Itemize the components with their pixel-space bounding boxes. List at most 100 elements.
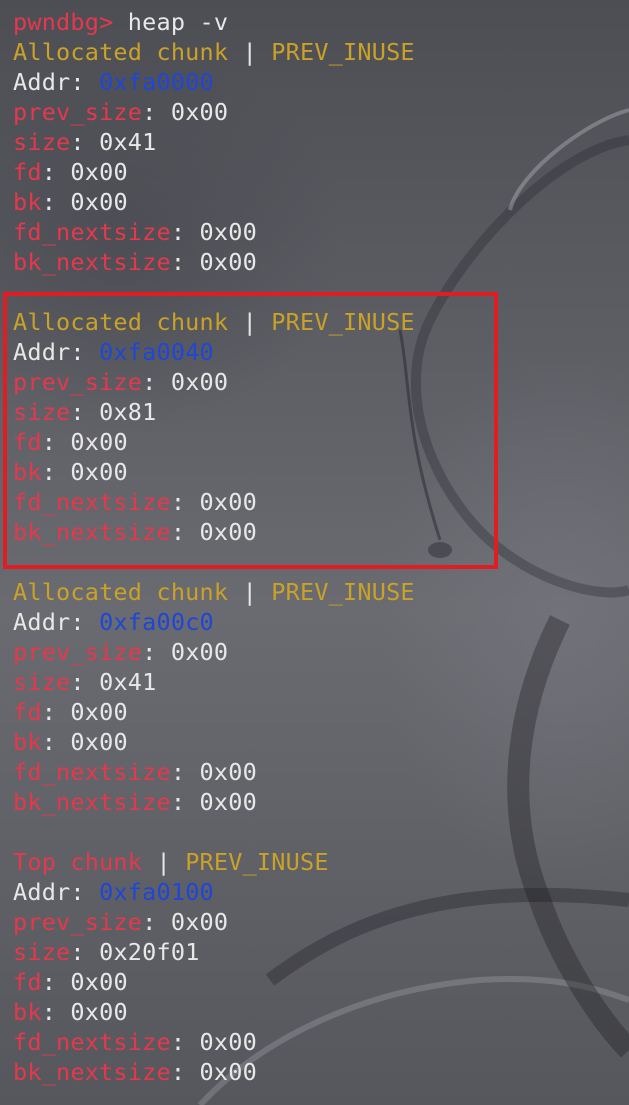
bk-nextsize-label: bk_nextsize <box>13 248 171 276</box>
size-label: size <box>13 128 71 156</box>
separator: : <box>142 638 171 666</box>
separator: : <box>41 968 71 996</box>
size-row: size: 0x41 <box>13 667 157 697</box>
chunk-flag: PREV_INUSE <box>185 848 329 876</box>
bk-nextsize-value: 0x00 <box>199 788 257 816</box>
size-value: 0x20f01 <box>99 938 200 966</box>
separator: : <box>41 698 71 726</box>
bk-nextsize-value: 0x00 <box>199 1058 257 1086</box>
pipe-separator: | <box>228 38 272 66</box>
fd-nextsize-label: fd_nextsize <box>13 1028 171 1056</box>
addr-value: 0xfa0100 <box>99 878 214 906</box>
separator: : <box>41 998 71 1026</box>
fd-nextsize-row: fd_nextsize: 0x00 <box>13 217 257 247</box>
separator: : <box>142 98 171 126</box>
fd-nextsize-label: fd_nextsize <box>13 758 171 786</box>
separator: : <box>170 1028 200 1056</box>
fd-value: 0x00 <box>70 698 128 726</box>
bk-nextsize-value: 0x00 <box>199 248 257 276</box>
bk-label: bk <box>13 728 42 756</box>
addr-label: Addr <box>13 68 71 96</box>
prev-size-value: 0x00 <box>170 98 229 126</box>
bk-nextsize-row: bk_nextsize: 0x00 <box>13 787 257 817</box>
separator: : <box>170 248 200 276</box>
fd-nextsize-value: 0x00 <box>199 1028 257 1056</box>
highlight-annotation-box <box>3 292 498 569</box>
separator: : <box>70 128 100 156</box>
chunk-header: Top chunk | PREV_INUSE <box>13 847 329 877</box>
fd-row: fd: 0x00 <box>13 697 128 727</box>
bk-nextsize-label: bk_nextsize <box>13 1058 171 1086</box>
separator: : <box>41 158 71 186</box>
addr-value: 0xfa00c0 <box>99 608 214 636</box>
bk-row: bk: 0x00 <box>13 187 128 217</box>
prompt-line: pwndbg> heap -v <box>13 7 228 37</box>
fd-row: fd: 0x00 <box>13 157 128 187</box>
fd-value: 0x00 <box>70 968 128 996</box>
size-row: size: 0x41 <box>13 127 157 157</box>
size-label: size <box>13 668 71 696</box>
prompt-text: pwndbg> <box>13 8 114 36</box>
separator: : <box>170 788 200 816</box>
separator: : <box>41 728 71 756</box>
separator: : <box>170 758 200 786</box>
fd-nextsize-row: fd_nextsize: 0x00 <box>13 757 257 787</box>
addr-row: Addr: 0xfa00c0 <box>13 607 214 637</box>
size-label: size <box>13 938 71 966</box>
chunk-flag: PREV_INUSE <box>271 38 415 66</box>
prev-size-label: prev_size <box>13 98 143 126</box>
fd-label: fd <box>13 158 42 186</box>
pipe-separator: | <box>228 578 272 606</box>
chunk-title: Allocated chunk <box>13 38 229 66</box>
separator: : <box>170 218 200 246</box>
pipe-separator: | <box>142 848 186 876</box>
chunk-header: Allocated chunk | PREV_INUSE <box>13 37 415 67</box>
fd-nextsize-value: 0x00 <box>199 218 257 246</box>
fd-nextsize-row: fd_nextsize: 0x00 <box>13 1027 257 1057</box>
separator: : <box>70 938 100 966</box>
separator: : <box>70 668 100 696</box>
bk-nextsize-label: bk_nextsize <box>13 788 171 816</box>
chunk-title: Top chunk <box>13 848 143 876</box>
size-value: 0x41 <box>99 128 157 156</box>
command-text: heap -v <box>113 8 229 36</box>
chunk-title: Allocated chunk <box>13 578 229 606</box>
separator: : <box>70 68 100 96</box>
bk-nextsize-row: bk_nextsize: 0x00 <box>13 247 257 277</box>
prev-size-row: prev_size: 0x00 <box>13 907 228 937</box>
addr-label: Addr <box>13 878 71 906</box>
fd-value: 0x00 <box>70 158 128 186</box>
fd-row: fd: 0x00 <box>13 967 128 997</box>
bk-row: bk: 0x00 <box>13 727 128 757</box>
separator: : <box>41 188 71 216</box>
prev-size-label: prev_size <box>13 638 143 666</box>
size-value: 0x41 <box>99 668 157 696</box>
bk-value: 0x00 <box>70 998 128 1026</box>
addr-row: Addr: 0xfa0000 <box>13 67 214 97</box>
prev-size-value: 0x00 <box>170 908 229 936</box>
prev-size-row: prev_size: 0x00 <box>13 637 228 667</box>
addr-row: Addr: 0xfa0100 <box>13 877 214 907</box>
bk-label: bk <box>13 998 42 1026</box>
bk-value: 0x00 <box>70 728 128 756</box>
addr-value: 0xfa0000 <box>99 68 214 96</box>
bk-nextsize-row: bk_nextsize: 0x00 <box>13 1057 257 1087</box>
fd-nextsize-value: 0x00 <box>199 758 257 786</box>
separator: : <box>142 908 171 936</box>
fd-label: fd <box>13 968 42 996</box>
chunk-header: Allocated chunk | PREV_INUSE <box>13 577 415 607</box>
prev-size-value: 0x00 <box>170 638 229 666</box>
bk-row: bk: 0x00 <box>13 997 128 1027</box>
bk-label: bk <box>13 188 42 216</box>
prev-size-label: prev_size <box>13 908 143 936</box>
addr-label: Addr <box>13 608 71 636</box>
fd-label: fd <box>13 698 42 726</box>
fd-nextsize-label: fd_nextsize <box>13 218 171 246</box>
bk-value: 0x00 <box>70 188 128 216</box>
size-row: size: 0x20f01 <box>13 937 200 967</box>
terminal-output: pwndbg> heap -v Allocated chunk | PREV_I… <box>0 0 629 1105</box>
chunk-flag: PREV_INUSE <box>271 578 415 606</box>
prev-size-row: prev_size: 0x00 <box>13 97 228 127</box>
separator: : <box>170 1058 200 1086</box>
separator: : <box>70 878 100 906</box>
